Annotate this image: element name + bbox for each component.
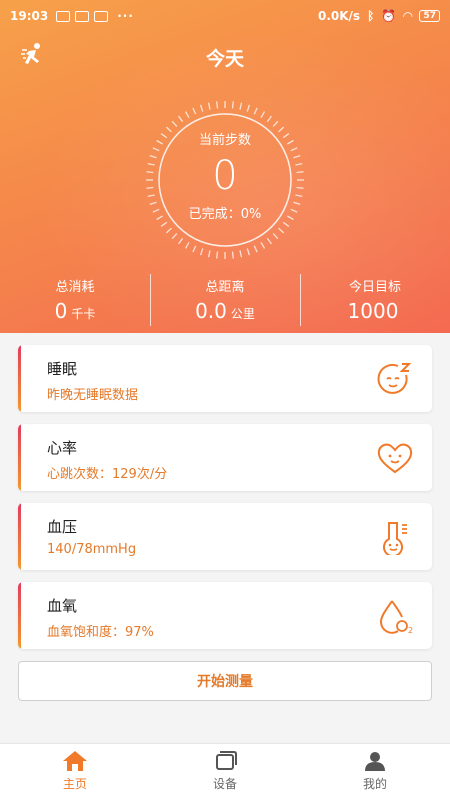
tab-device[interactable]: 设备 — [150, 744, 300, 800]
home-icon — [63, 751, 87, 771]
dial-tick — [207, 102, 211, 110]
dial-tick — [260, 111, 266, 118]
tab-label: 设备 — [212, 777, 237, 791]
dial-tick — [199, 248, 204, 256]
card-sleep[interactable]: 睡眠 昨晚无睡眠数据 — [18, 345, 432, 412]
dial-tick — [246, 248, 251, 256]
stat-label: 总距离 — [205, 280, 245, 295]
network-speed: 0.0K/s — [317, 9, 361, 23]
steps-completed: 已完成：0% — [188, 207, 262, 222]
stat-calories: 总消耗 0 千卡 — [0, 272, 150, 330]
dial-tick — [239, 250, 243, 258]
app-icon — [94, 10, 109, 22]
dial-tick — [171, 120, 178, 127]
card-title: 血氧 — [47, 597, 78, 615]
profile-icon — [365, 752, 385, 771]
top-bar: 今天 — [0, 40, 450, 72]
dial-tick — [192, 107, 197, 115]
alarm-icon: ⏰ — [381, 9, 397, 23]
dial-tick — [266, 237, 272, 245]
heart-face-icon — [377, 443, 413, 474]
stat-distance: 总距离 0.0 公里 — [150, 272, 300, 330]
sleep-face-icon — [377, 363, 412, 394]
dial-tick — [231, 251, 234, 259]
dial-tick — [184, 111, 190, 118]
stats-row: 总消耗 0 千卡 总距离 0.0 公里 今日目标 1000 — [0, 272, 450, 330]
steps-label: 当前步数 — [198, 133, 251, 148]
card-title: 心率 — [47, 439, 78, 457]
start-measure-button[interactable]: 开始测量 — [18, 661, 432, 701]
card-subtitle: 血氧饱和度：97% — [47, 625, 154, 640]
o2-drop-icon: 2 — [379, 600, 413, 634]
tab-home[interactable]: 主页 — [0, 744, 150, 800]
dial-tick — [178, 115, 184, 123]
card-blood-oxygen[interactable]: 血氧 血氧饱和度：97% 2 — [18, 582, 432, 649]
dial-tick — [216, 101, 219, 109]
dial-tick — [272, 233, 279, 240]
dial-tick — [160, 221, 168, 227]
dial-tick — [192, 245, 197, 253]
dial-tick — [231, 101, 234, 109]
tab-label: 主页 — [62, 777, 87, 791]
device-icon — [216, 751, 237, 770]
dial-tick — [260, 242, 266, 249]
dial-tick — [171, 233, 178, 240]
tab-profile[interactable]: 我的 — [300, 744, 450, 800]
card-heart-rate[interactable]: 心率 心跳次数：129次/分 — [18, 424, 432, 491]
stat-value: 0 千卡 — [54, 299, 96, 323]
dial-tick — [184, 242, 190, 249]
dial-tick — [272, 120, 279, 127]
card-title: 血压 — [47, 518, 78, 536]
status-bar: 19:03 ··· 0.0K/s ᛒ ⏰ ◠ 57 — [0, 0, 450, 32]
stat-value: 0.0 公里 — [195, 299, 255, 323]
dial-tick — [282, 221, 290, 227]
dial-tick — [152, 147, 160, 152]
battery-icon: 57 — [419, 10, 440, 22]
card-subtitle: 140/78mmHg — [47, 542, 137, 557]
notification-icon — [56, 10, 71, 22]
dial-tick — [199, 104, 204, 112]
dial-tick — [253, 107, 258, 115]
bluetooth-icon: ᛒ — [367, 9, 375, 23]
thermometer-face-icon — [383, 522, 407, 555]
dial-tick — [207, 250, 211, 258]
dial-tick — [216, 251, 219, 259]
message-icon — [75, 10, 90, 22]
dial-tick — [239, 102, 243, 110]
step-dial: 当前步数 0 已完成：0% — [140, 95, 310, 265]
dial-tick — [278, 227, 285, 234]
dial-tick — [253, 245, 258, 253]
card-blood-pressure[interactable]: 血压 140/78mmHg — [18, 503, 432, 570]
page-title: 今天 — [205, 48, 244, 70]
stat-value: 1000 — [347, 299, 399, 323]
more-notifications-icon: ··· — [117, 9, 134, 23]
status-time: 19:03 — [10, 9, 49, 23]
dial-tick — [178, 237, 184, 245]
dial-tick — [266, 115, 272, 123]
stat-label: 总消耗 — [55, 280, 95, 295]
bottom-tab-bar: 主页 设备 我的 — [0, 743, 450, 800]
card-subtitle: 昨晚无睡眠数据 — [47, 388, 139, 403]
card-subtitle: 心跳次数：129次/分 — [47, 467, 168, 482]
dial-tick — [165, 227, 172, 234]
health-cards: 睡眠 昨晚无睡眠数据 心率 心跳次数：129次/分 血压 140/78mmHg … — [18, 345, 432, 661]
card-title: 睡眠 — [47, 360, 78, 378]
dial-tick — [246, 104, 251, 112]
steps-value: 0 — [212, 153, 238, 199]
dial-tick — [290, 147, 298, 152]
svg-text:2: 2 — [408, 626, 413, 634]
wifi-icon: ◠ — [403, 9, 413, 23]
stat-label: 今日目标 — [348, 280, 401, 295]
stat-goal: 今日目标 1000 — [300, 272, 450, 330]
tab-label: 我的 — [362, 777, 387, 791]
